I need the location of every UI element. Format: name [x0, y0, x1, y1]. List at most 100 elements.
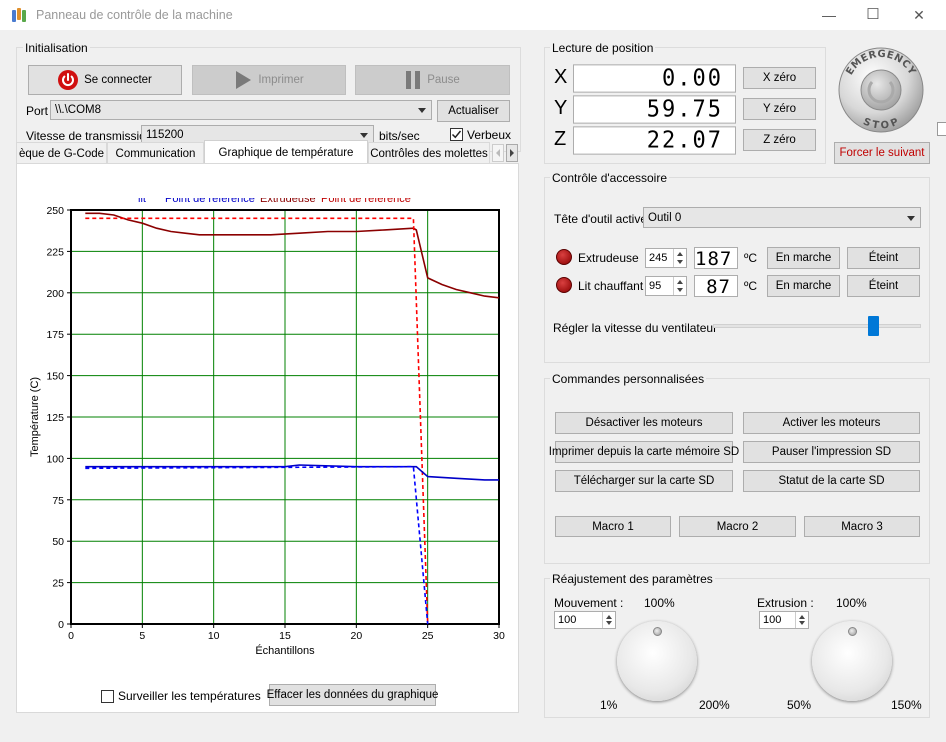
axis-z-readout: 22.07: [573, 126, 736, 155]
extrusion-percent: 100%: [836, 596, 867, 610]
disable-motors-button[interactable]: Désactiver les moteurs: [555, 412, 733, 434]
tab-gcode-library[interactable]: èque de G-Code: [16, 142, 107, 164]
emergency-stop-button[interactable]: EMERGENCY STOP: [836, 46, 926, 134]
legend-entry: Point de référence: [165, 198, 255, 205]
x-axis-label: Échantillons: [255, 644, 315, 657]
pause-button[interactable]: Pause: [355, 65, 510, 95]
verbose-label: Verbeux: [467, 128, 512, 142]
chevron-down-icon: [907, 215, 915, 221]
baud-unit: bits/sec: [379, 129, 420, 143]
title-bar: Panneau de contrôle de la machine — ☐ ✕: [0, 0, 946, 30]
pause-sd-print-button[interactable]: Pauser l'impression SD: [743, 441, 920, 463]
y-tick-label: 75: [52, 495, 64, 507]
tool-label: Tête d'outil active: [554, 212, 648, 226]
y-tick-label: 125: [46, 412, 64, 424]
x-tick-label: 15: [279, 630, 291, 642]
fan-speed-slider-thumb[interactable]: [868, 316, 879, 336]
connect-label: Se connecter: [84, 74, 152, 86]
tool-combo[interactable]: Outil 0: [643, 207, 921, 228]
print-from-sd-button[interactable]: Imprimer depuis la carte mémoire SD: [549, 441, 739, 463]
clear-chart-button[interactable]: Effacer les données du graphique: [267, 684, 438, 706]
axis-y-readout: 59.75: [573, 95, 736, 124]
force-next-button[interactable]: Forcer le suivant: [834, 142, 930, 164]
y-tick-label: 100: [46, 453, 64, 465]
macro-2-button[interactable]: Macro 2: [679, 516, 796, 537]
bed-temp-readout: 87: [694, 275, 738, 298]
connect-button[interactable]: Se connecter: [28, 65, 182, 95]
x-tick-label: 10: [208, 630, 220, 642]
monitor-temps-checkbox[interactable]: [101, 690, 114, 703]
extruder-unit: ºC: [744, 251, 758, 265]
tab-bar: èque de G-Code Communication Graphique d…: [16, 140, 519, 165]
move-percent: 100%: [644, 596, 675, 610]
extrusion-label: Extrusion :: [757, 596, 814, 610]
print-label: Imprimer: [258, 74, 304, 86]
monitor-temps-label: Surveiller les températures: [118, 689, 261, 703]
y-zero-button[interactable]: Y zéro: [743, 98, 816, 120]
extrusion-dial[interactable]: [812, 621, 892, 701]
maximize-button[interactable]: ☐: [850, 0, 896, 30]
extruder-status-led: [556, 249, 572, 265]
extrusion-max: 150%: [891, 698, 922, 712]
extruder-on-button[interactable]: En marche: [767, 247, 840, 269]
legend-entry: Extrudeuse: [260, 198, 316, 205]
custom-commands-title: Commandes personnalisées: [550, 372, 707, 386]
fan-speed-slider[interactable]: [713, 316, 921, 336]
extrusion-min: 50%: [787, 698, 812, 712]
refresh-button[interactable]: Actualiser: [437, 100, 510, 122]
bed-status-led: [556, 277, 572, 293]
window-edge-fragment: [937, 122, 946, 136]
axis-y-label: Y: [554, 97, 568, 119]
y-axis-label: Température (C): [29, 377, 41, 457]
port-label: Port: [26, 104, 49, 118]
port-combo[interactable]: \\.\COM8: [50, 100, 432, 120]
series-line-3: [85, 465, 429, 625]
chevron-right-icon: [510, 149, 514, 157]
tab-temperature-chart[interactable]: Graphique de température: [204, 140, 368, 165]
extruder-off-button[interactable]: Éteint: [847, 247, 920, 269]
verbose-checkbox[interactable]: [450, 128, 463, 141]
tab-wheel-controls[interactable]: Contrôles des molettes: [368, 142, 490, 164]
close-button[interactable]: ✕: [896, 0, 942, 30]
enable-motors-button[interactable]: Activer les moteurs: [743, 412, 920, 434]
temperature-chart-panel: lit Point de référence Extrudeuse Point de …: [16, 163, 519, 713]
tab-scroll-right-button[interactable]: [506, 144, 518, 162]
window-title: Panneau de contrôle de la machine: [36, 8, 233, 22]
move-dial[interactable]: [617, 621, 697, 701]
checkmark-icon: [451, 130, 462, 139]
fan-label: Régler la vitesse du ventilateur: [553, 321, 718, 335]
baud-value: 115200: [146, 129, 184, 141]
y-tick-label: 25: [52, 578, 64, 590]
tab-scroll-left-button[interactable]: [492, 144, 504, 162]
legend-entry: lit: [138, 198, 146, 205]
move-spinbox[interactable]: 100: [554, 611, 616, 629]
sd-status-button[interactable]: Statut de la carte SD: [743, 470, 920, 492]
y-tick-label: 225: [46, 246, 64, 258]
move-dial-indicator: [653, 627, 662, 636]
y-tick-label: 250: [46, 205, 64, 217]
upload-to-sd-button[interactable]: Télécharger sur la carte SD: [555, 470, 733, 492]
extrusion-spinbox[interactable]: 100: [759, 611, 809, 629]
port-value: \\.\COM8: [55, 104, 102, 116]
axis-z-label: Z: [554, 128, 567, 150]
bed-on-button[interactable]: En marche: [767, 275, 840, 297]
extruder-setpoint-value: 245: [649, 252, 668, 264]
z-zero-button[interactable]: Z zéro: [743, 129, 816, 151]
accessory-group-title: Contrôle d'accessoire: [550, 171, 670, 185]
bed-setpoint-spinbox[interactable]: 95: [645, 276, 687, 296]
macro-1-button[interactable]: Macro 1: [555, 516, 671, 537]
pause-icon: [406, 71, 421, 89]
x-zero-button[interactable]: X zéro: [743, 67, 816, 89]
macro-3-button[interactable]: Macro 3: [804, 516, 920, 537]
tab-communication[interactable]: Communication: [107, 142, 204, 164]
extruder-setpoint-spinbox[interactable]: 245: [645, 248, 687, 268]
print-button[interactable]: Imprimer: [192, 65, 346, 95]
chevron-left-icon: [496, 149, 500, 157]
minimize-button[interactable]: —: [806, 0, 852, 30]
legend-entry: Point de référence: [321, 198, 411, 205]
move-value: 100: [558, 614, 577, 626]
y-tick-label: 175: [46, 329, 64, 341]
play-icon: [236, 71, 252, 89]
baud-label: Vitesse de transmission: [26, 129, 153, 143]
bed-off-button[interactable]: Éteint: [847, 275, 920, 297]
